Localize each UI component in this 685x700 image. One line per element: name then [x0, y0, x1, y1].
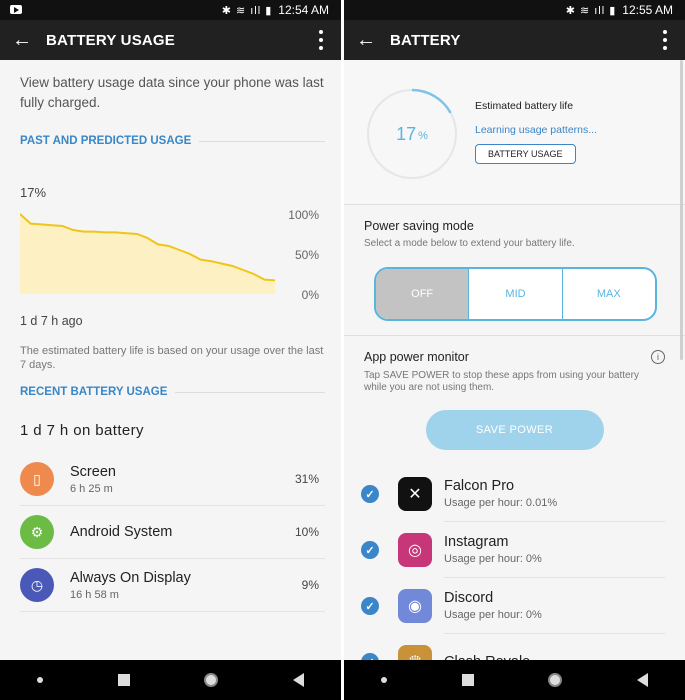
app-usage-row[interactable]: ▯ Screen 6 h 25 m 31% [20, 453, 325, 506]
app-percent: 31% [294, 472, 319, 486]
nav-dot-icon[interactable] [381, 677, 388, 683]
app-usage-rate: Usage per hour: 0.01% [444, 497, 558, 509]
learning-status: Learning usage patterns... [475, 124, 598, 136]
power-saving-section: Power saving mode Select a mode below to… [344, 205, 685, 336]
app-percent: 10% [294, 525, 319, 539]
checkbox-checked-icon[interactable]: ✓ [361, 541, 379, 559]
checkbox-checked-icon[interactable]: ✓ [361, 485, 379, 503]
app-name: Android System [70, 524, 173, 540]
time-on-battery: 1 d 7 h on battery [20, 422, 144, 439]
past-usage-heading: PAST AND PREDICTED USAGE [20, 135, 325, 147]
mode-off-option[interactable]: OFF [376, 269, 470, 319]
home-icon[interactable] [548, 673, 563, 687]
scrollbar[interactable] [680, 60, 683, 360]
status-time: 12:54 AM [278, 3, 329, 17]
app-bar: ← BATTERY USAGE [0, 20, 341, 60]
app-usage-rate: Usage per hour: 0% [444, 609, 542, 621]
list-item[interactable]: ✓ ◉ Discord Usage per hour: 0% [344, 578, 685, 634]
back-nav-icon[interactable] [636, 673, 648, 687]
app-name: Discord [444, 590, 494, 606]
save-power-button[interactable]: SAVE POWER [425, 410, 604, 450]
status-time: 12:55 AM [622, 3, 673, 17]
info-icon[interactable]: i [651, 350, 665, 364]
usage-chart: 100% 50% 0% [20, 208, 325, 308]
battery-screen: ✱ ≋ ıll ▮ 12:55 AM ← BATTERY 17% Estimat… [344, 0, 685, 700]
nav-bar [0, 660, 341, 700]
app-power-monitor-subtitle: Tap SAVE POWER to stop these apps from u… [364, 370, 639, 393]
ytick-label: 50% [294, 248, 319, 262]
app-power-monitor-section: App power monitor i Tap SAVE POWER to st… [344, 336, 685, 450]
power-saving-subtitle: Select a mode below to extend your batte… [364, 238, 575, 249]
falcon-icon: ✕ [398, 477, 432, 511]
intro-text: View battery usage data since your phone… [20, 75, 324, 110]
app-percent: 9% [301, 578, 319, 592]
battery-percent-display: 17% [364, 86, 460, 182]
battery-summary: 17% Estimated battery life Learning usag… [344, 60, 685, 205]
more-options-icon[interactable] [663, 30, 667, 50]
mode-max-option[interactable]: MAX [563, 269, 655, 319]
app-bar: ← BATTERY [344, 20, 685, 60]
home-icon[interactable] [204, 673, 219, 687]
back-arrow-icon[interactable]: ← [12, 29, 38, 52]
list-item[interactable]: ✓ ✕ Falcon Pro Usage per hour: 0.01% [344, 466, 685, 522]
list-item[interactable]: ✓ ◎ Instagram Usage per hour: 0% [344, 522, 685, 578]
recents-icon[interactable] [461, 674, 474, 686]
chart-start-label: 1 d 7 h ago [20, 314, 83, 328]
app-name: Falcon Pro [444, 478, 515, 494]
back-nav-icon[interactable] [292, 673, 304, 687]
power-mode-selector: OFF MID MAX [374, 267, 657, 321]
battery-percent-value: 17 [396, 123, 417, 144]
app-power-monitor-header: App power monitor i [364, 350, 665, 364]
app-name: Screen [70, 463, 116, 480]
app-usage-rate: Usage per hour: 0% [444, 553, 542, 565]
app-duration: 16 h 58 m [70, 588, 119, 601]
battery-usage-button[interactable]: BATTERY USAGE [475, 144, 576, 164]
app-usage-row[interactable]: ⚙ Android System 10% [20, 506, 325, 559]
app-power-monitor-title: App power monitor [364, 350, 469, 364]
current-battery-percent: 17% [20, 185, 47, 200]
app-usage-row[interactable]: ◷ Always On Display 16 h 58 m 9% [20, 559, 325, 612]
more-options-icon[interactable] [319, 30, 323, 50]
power-saving-title: Power saving mode [364, 219, 474, 233]
page-title: BATTERY USAGE [46, 31, 176, 49]
status-icons: ✱ ≋ ıll ▮ [221, 4, 273, 17]
checkbox-checked-icon[interactable]: ✓ [361, 597, 379, 615]
recents-icon[interactable] [117, 674, 130, 686]
recent-usage-heading: RECENT BATTERY USAGE [20, 386, 325, 398]
status-icons: ✱ ≋ ıll ▮ [565, 4, 617, 17]
battery-usage-screen: ✱ ≋ ıll ▮ 12:54 AM ← BATTERY USAGE View … [0, 0, 341, 700]
phone-icon: ▯ [20, 462, 54, 496]
battery-percent-unit: % [418, 130, 428, 142]
status-bar: ✱ ≋ ıll ▮ 12:55 AM [344, 0, 685, 20]
nav-bar [344, 660, 685, 700]
back-arrow-icon[interactable]: ← [356, 29, 382, 52]
app-duration: 6 h 25 m [70, 482, 113, 495]
status-bar: ✱ ≋ ıll ▮ 12:54 AM [0, 0, 341, 20]
app-list: ✓ ✕ Falcon Pro Usage per hour: 0.01% ✓ ◎… [344, 466, 685, 690]
discord-icon: ◉ [398, 589, 432, 623]
youtube-notification-icon [10, 5, 22, 14]
mode-mid-option[interactable]: MID [469, 269, 563, 319]
app-name: Instagram [444, 534, 509, 550]
estimated-life-label: Estimated battery life [475, 100, 574, 112]
app-name: Always On Display [70, 569, 191, 586]
usage-chart-svg [20, 213, 276, 294]
aod-icon: ◷ [20, 568, 54, 602]
gear-icon: ⚙ [20, 515, 54, 549]
ytick-label: 0% [301, 288, 319, 302]
page-title: BATTERY [390, 31, 461, 49]
ytick-label: 100% [288, 208, 319, 222]
nav-dot-icon[interactable] [37, 677, 44, 683]
estimate-note: The estimated battery life is based on y… [20, 345, 324, 371]
instagram-icon: ◎ [398, 533, 432, 567]
